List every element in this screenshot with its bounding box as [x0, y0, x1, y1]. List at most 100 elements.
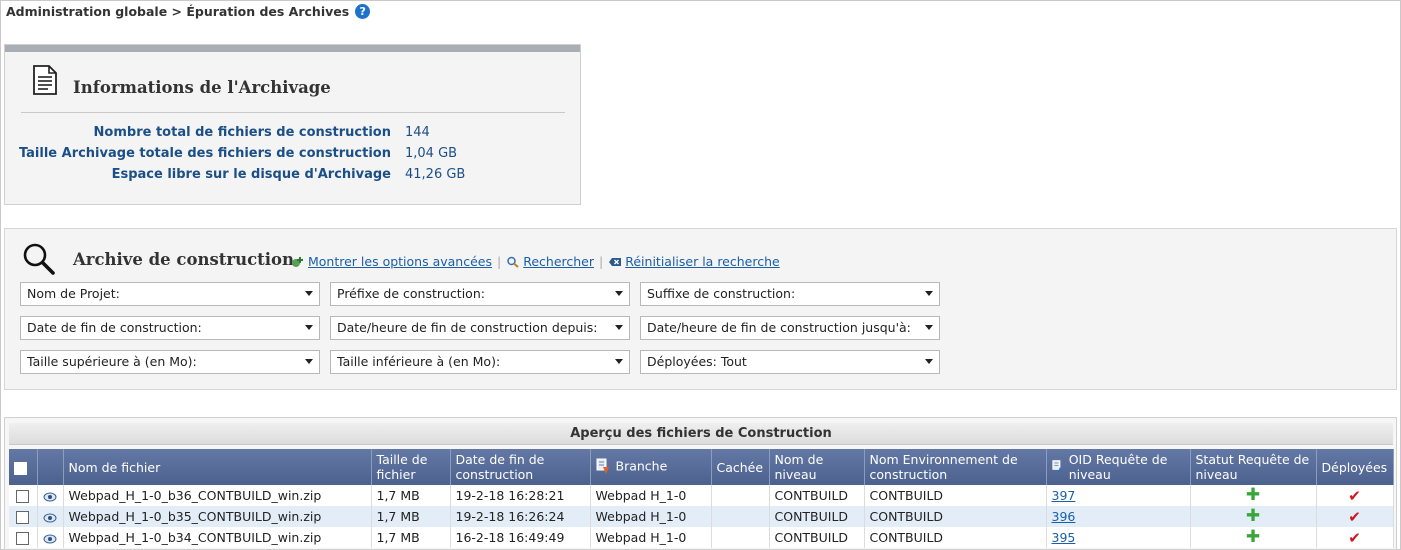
- row-checkbox[interactable]: [16, 490, 30, 503]
- sort-icon: [1051, 460, 1062, 473]
- header-end-date[interactable]: Date de fin de construction: [450, 449, 591, 485]
- filter-build-prefix[interactable]: Préfixe de construction:: [330, 282, 630, 306]
- filter-build-end-date[interactable]: Date de fin de construction:: [20, 316, 320, 340]
- cell-deployed: ✔: [1316, 527, 1394, 548]
- cell-filename: Webpad_H_1-0_b36_CONTBUILD_win.zip: [63, 485, 372, 506]
- cell-hidden: [711, 485, 770, 506]
- info-label: Nombre total de fichiers de construction: [93, 125, 391, 140]
- header-hidden[interactable]: Cachée: [711, 449, 770, 485]
- filter-end-datetime-to[interactable]: Date/heure de fin de construction jusqu'…: [640, 316, 940, 340]
- cell-end-date: 16-2-18 16:49:49: [450, 527, 591, 548]
- cell-deployed: ✔: [1316, 506, 1394, 527]
- link-separator: |: [497, 254, 502, 269]
- build-archive-search-panel: Archive de construction Montrer les opti…: [4, 228, 1397, 390]
- archive-info-panel: Informations de l'Archivage Nombre total…: [4, 44, 581, 205]
- info-value: 41,26 GB: [405, 167, 466, 182]
- info-row-total-files: Nombre total de fichiers de construction…: [5, 125, 582, 145]
- row-checkbox[interactable]: [16, 511, 30, 524]
- preview-cell[interactable]: [37, 527, 64, 548]
- row-checkbox[interactable]: [16, 532, 30, 545]
- oid-link[interactable]: 397: [1052, 488, 1076, 503]
- eye-icon[interactable]: [43, 492, 57, 502]
- header-branch-label: Branche: [615, 458, 668, 474]
- cell-level: CONTBUILD: [769, 506, 865, 527]
- cell-end-date: 19-2-18 16:28:21: [450, 485, 591, 506]
- show-advanced-options-link[interactable]: Montrer les options avancées: [308, 254, 492, 269]
- cell-end-date: 19-2-18 16:26:24: [450, 506, 591, 527]
- filter-label: Déployées: Tout: [647, 354, 747, 369]
- row-select-cell[interactable]: [9, 527, 38, 548]
- oid-link[interactable]: 395: [1052, 530, 1076, 545]
- breadcrumb: Administration globale > Épuration des A…: [6, 4, 371, 19]
- filter-label: Taille supérieure à (en Mo):: [27, 354, 197, 369]
- info-label: Taille Archivage totale des fichiers de …: [18, 146, 391, 161]
- filter-label: Date/heure de fin de construction jusqu'…: [647, 320, 911, 335]
- table-row[interactable]: Webpad_H_1-0_b35_CONTBUILD_win.zip 1,7 M…: [9, 506, 1394, 527]
- filter-size-less[interactable]: Taille inférieure à (en Mo):: [330, 350, 630, 374]
- header-size[interactable]: Taille de fichier: [371, 449, 451, 485]
- search-links: Montrer les options avancées | Recherche…: [291, 254, 780, 269]
- header-deployed[interactable]: Déployées: [1316, 449, 1394, 485]
- reset-search-link[interactable]: Réinitialiser la recherche: [625, 254, 779, 269]
- cell-branch: Webpad H_1-0: [590, 527, 712, 548]
- cell-filename: Webpad_H_1-0_b35_CONTBUILD_win.zip: [63, 506, 372, 527]
- panel-top-bar: [5, 45, 580, 52]
- header-level[interactable]: Nom de niveau: [769, 449, 865, 485]
- plus-icon[interactable]: ✚: [1246, 527, 1260, 547]
- search-icon: [23, 243, 55, 275]
- row-select-cell[interactable]: [9, 506, 38, 527]
- plus-icon[interactable]: ✚: [1246, 485, 1260, 505]
- cell-hidden: [711, 506, 770, 527]
- filter-project-name[interactable]: Nom de Projet:: [20, 282, 320, 306]
- header-oid[interactable]: OID Requête de niveau: [1046, 449, 1191, 485]
- row-select-cell[interactable]: [9, 485, 38, 506]
- select-all-cell[interactable]: [9, 449, 38, 485]
- table-row[interactable]: Webpad_H_1-0_b36_CONTBUILD_win.zip 1,7 M…: [9, 485, 1394, 506]
- preview-cell[interactable]: [37, 485, 64, 506]
- header-filename[interactable]: Nom de fichier: [63, 449, 372, 485]
- oid-link[interactable]: 396: [1052, 509, 1076, 524]
- preview-cell[interactable]: [37, 506, 64, 527]
- dropdown-arrow-icon: [305, 359, 313, 364]
- cell-env: CONTBUILD: [864, 527, 1047, 548]
- dropdown-arrow-icon: [925, 359, 933, 364]
- help-icon[interactable]: ?: [355, 4, 371, 19]
- cell-level: CONTBUILD: [769, 527, 865, 548]
- eye-icon[interactable]: [43, 513, 57, 523]
- filter-size-greater[interactable]: Taille supérieure à (en Mo):: [20, 350, 320, 374]
- filter-build-suffix[interactable]: Suffixe de construction:: [640, 282, 940, 306]
- dropdown-arrow-icon: [615, 291, 623, 296]
- filter-label: Date/heure de fin de construction depuis…: [337, 320, 598, 335]
- search-link[interactable]: Rechercher: [523, 254, 594, 269]
- info-value: 1,04 GB: [405, 146, 458, 161]
- cell-env: CONTBUILD: [864, 485, 1047, 506]
- dropdown-arrow-icon: [305, 325, 313, 330]
- select-all-checkbox[interactable]: [14, 461, 27, 475]
- filter-deployed[interactable]: Déployées: Tout: [640, 350, 940, 374]
- header-env[interactable]: Nom Environnement de construction: [864, 449, 1047, 485]
- filter-label: Date de fin de construction:: [27, 320, 202, 335]
- cell-status: ✚: [1190, 527, 1317, 548]
- cell-deployed: ✔: [1316, 485, 1394, 506]
- table-header-row: Nom de fichier Taille de fichier Date de…: [9, 449, 1394, 485]
- eye-icon[interactable]: [43, 534, 57, 544]
- link-separator: |: [599, 254, 604, 269]
- info-value: 144: [405, 125, 430, 140]
- info-divider: [21, 112, 565, 113]
- table-row[interactable]: Webpad_H_1-0_b34_CONTBUILD_win.zip 1,7 M…: [9, 527, 1394, 548]
- plus-icon[interactable]: ✚: [1246, 506, 1260, 526]
- check-icon: ✔: [1348, 528, 1361, 547]
- cell-level: CONTBUILD: [769, 485, 865, 506]
- cell-env: CONTBUILD: [864, 506, 1047, 527]
- search-title: Archive de construction: [73, 250, 295, 269]
- filter-label: Préfixe de construction:: [337, 286, 485, 301]
- info-label: Espace libre sur le disque d'Archivage: [111, 167, 391, 182]
- cell-filename: Webpad_H_1-0_b34_CONTBUILD_win.zip: [63, 527, 372, 548]
- build-files-table: Nom de fichier Taille de fichier Date de…: [9, 449, 1394, 548]
- filter-end-datetime-from[interactable]: Date/heure de fin de construction depuis…: [330, 316, 630, 340]
- header-status[interactable]: Statut Requête de niveau: [1190, 449, 1317, 485]
- header-branch[interactable]: Branche: [590, 449, 712, 485]
- cell-oid: 396: [1046, 506, 1191, 527]
- breadcrumb-text: Administration globale > Épuration des A…: [6, 4, 350, 19]
- reset-icon: [609, 257, 622, 266]
